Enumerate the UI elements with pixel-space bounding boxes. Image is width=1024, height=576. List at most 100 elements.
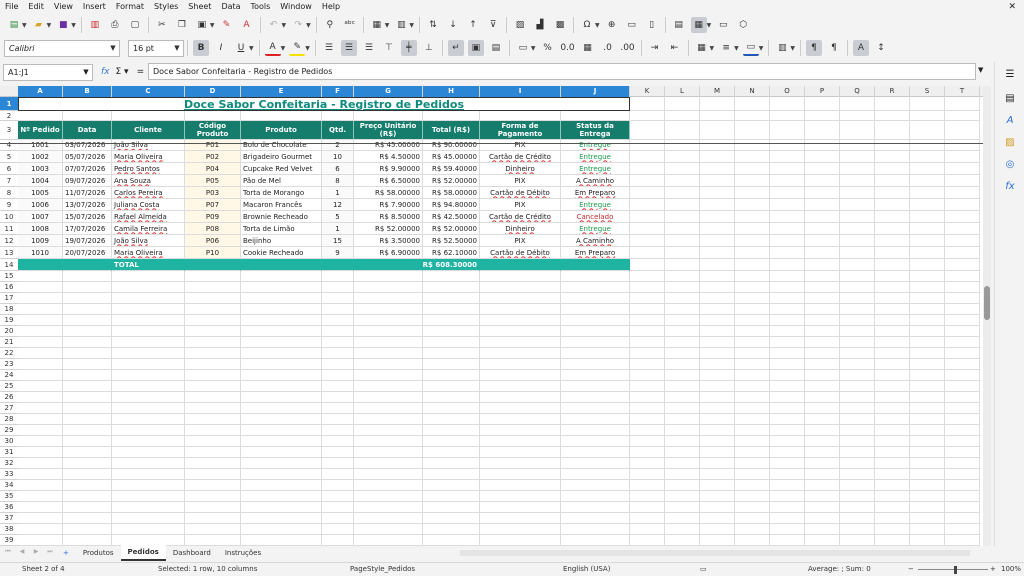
cell[interactable]	[630, 458, 665, 469]
cell[interactable]	[665, 436, 700, 447]
cell[interactable]	[840, 223, 875, 235]
cell[interactable]	[945, 304, 980, 315]
cell[interactable]	[18, 535, 63, 546]
cell[interactable]	[630, 480, 665, 491]
cell[interactable]	[735, 469, 770, 480]
selection-mode-icon[interactable]: ▭	[700, 565, 707, 573]
cell[interactable]	[354, 513, 423, 524]
cell[interactable]	[805, 271, 840, 282]
table-cell[interactable]: 8	[322, 175, 354, 187]
cell[interactable]	[700, 392, 735, 403]
cell[interactable]	[770, 392, 805, 403]
cell[interactable]	[185, 359, 241, 370]
cell[interactable]	[241, 458, 322, 469]
cell[interactable]	[480, 370, 561, 381]
cell[interactable]	[630, 524, 665, 535]
table-cell[interactable]: Entregue	[561, 163, 630, 175]
cell[interactable]	[63, 480, 112, 491]
cell[interactable]	[561, 359, 630, 370]
table-cell[interactable]: PIX	[480, 175, 561, 187]
print-icon[interactable]: ⎙	[107, 17, 123, 33]
cell[interactable]	[241, 359, 322, 370]
cell[interactable]	[840, 535, 875, 546]
row-header[interactable]: 31	[0, 447, 18, 458]
cell[interactable]	[840, 199, 875, 211]
cell[interactable]	[805, 282, 840, 293]
cell[interactable]	[630, 140, 665, 151]
cell[interactable]	[63, 447, 112, 458]
cell[interactable]	[354, 491, 423, 502]
cell[interactable]	[480, 359, 561, 370]
cell[interactable]	[18, 502, 63, 513]
cell[interactable]	[354, 348, 423, 359]
highlight-color-icon[interactable]: ✎	[289, 40, 306, 56]
comment-icon[interactable]: ▭	[624, 17, 640, 33]
cell[interactable]	[875, 524, 910, 535]
cell[interactable]	[322, 425, 354, 436]
cell[interactable]	[840, 111, 875, 121]
cell[interactable]	[665, 140, 700, 151]
cell[interactable]	[665, 151, 700, 163]
cell[interactable]	[185, 535, 241, 546]
cell[interactable]	[480, 304, 561, 315]
row-header[interactable]: 39	[0, 535, 18, 546]
column-header[interactable]: M	[700, 86, 735, 97]
cell[interactable]	[561, 480, 630, 491]
cell[interactable]	[185, 491, 241, 502]
text-direction-icon[interactable]: ↕	[873, 40, 889, 56]
horizontal-scrollbar[interactable]	[460, 550, 970, 556]
zoom-in-icon[interactable]: +	[990, 565, 996, 573]
table-cell[interactable]: Cartão de Débito	[480, 187, 561, 199]
total-row-cell[interactable]	[18, 259, 63, 271]
cell[interactable]	[185, 348, 241, 359]
cell[interactable]	[423, 315, 480, 326]
cell[interactable]	[630, 447, 665, 458]
menu-window[interactable]: Window	[275, 0, 317, 14]
align-right-icon[interactable]: ☰	[361, 40, 377, 56]
row-header[interactable]: 6	[0, 163, 18, 175]
underline-icon[interactable]: U	[233, 40, 249, 56]
cell[interactable]	[735, 151, 770, 163]
gallery-icon[interactable]: ▨	[1002, 134, 1018, 150]
cell[interactable]	[910, 175, 945, 187]
font-size-combo[interactable]: 16 pt ▼	[128, 39, 184, 57]
cell[interactable]	[735, 111, 770, 121]
row-header[interactable]: 30	[0, 436, 18, 447]
cell[interactable]	[112, 414, 185, 425]
cell[interactable]	[480, 315, 561, 326]
cell[interactable]	[805, 247, 840, 259]
cell[interactable]	[561, 535, 630, 546]
cell[interactable]	[875, 259, 910, 271]
menu-help[interactable]: Help	[317, 0, 345, 14]
cell[interactable]	[770, 151, 805, 163]
cell[interactable]	[665, 199, 700, 211]
cell[interactable]	[665, 480, 700, 491]
zoom-slider[interactable]	[918, 569, 988, 570]
align-center-icon[interactable]: ☰	[340, 40, 357, 56]
cell[interactable]	[875, 370, 910, 381]
row-header[interactable]: 21	[0, 337, 18, 348]
table-cell[interactable]: PIX	[480, 140, 561, 151]
cell[interactable]	[910, 403, 945, 414]
cell[interactable]	[18, 293, 63, 304]
cell[interactable]	[770, 458, 805, 469]
cell[interactable]	[770, 121, 805, 140]
cell[interactable]	[630, 282, 665, 293]
cell[interactable]	[910, 293, 945, 304]
cell[interactable]	[423, 502, 480, 513]
cell[interactable]	[910, 326, 945, 337]
menu-view[interactable]: View	[49, 0, 78, 14]
cell[interactable]	[18, 469, 63, 480]
cell[interactable]	[910, 425, 945, 436]
cell[interactable]	[322, 535, 354, 546]
table-cell[interactable]: Em Preparo	[561, 247, 630, 259]
cell[interactable]	[630, 392, 665, 403]
cell[interactable]	[561, 502, 630, 513]
column-header[interactable]: F	[322, 86, 354, 97]
cell[interactable]	[840, 359, 875, 370]
decrease-indent-icon[interactable]: ⇤	[667, 40, 683, 56]
row-header[interactable]: 27	[0, 403, 18, 414]
total-row-cell[interactable]	[322, 259, 354, 271]
column-header[interactable]: E	[241, 86, 322, 97]
table-cell[interactable]: R$ 52.50000	[423, 235, 480, 247]
